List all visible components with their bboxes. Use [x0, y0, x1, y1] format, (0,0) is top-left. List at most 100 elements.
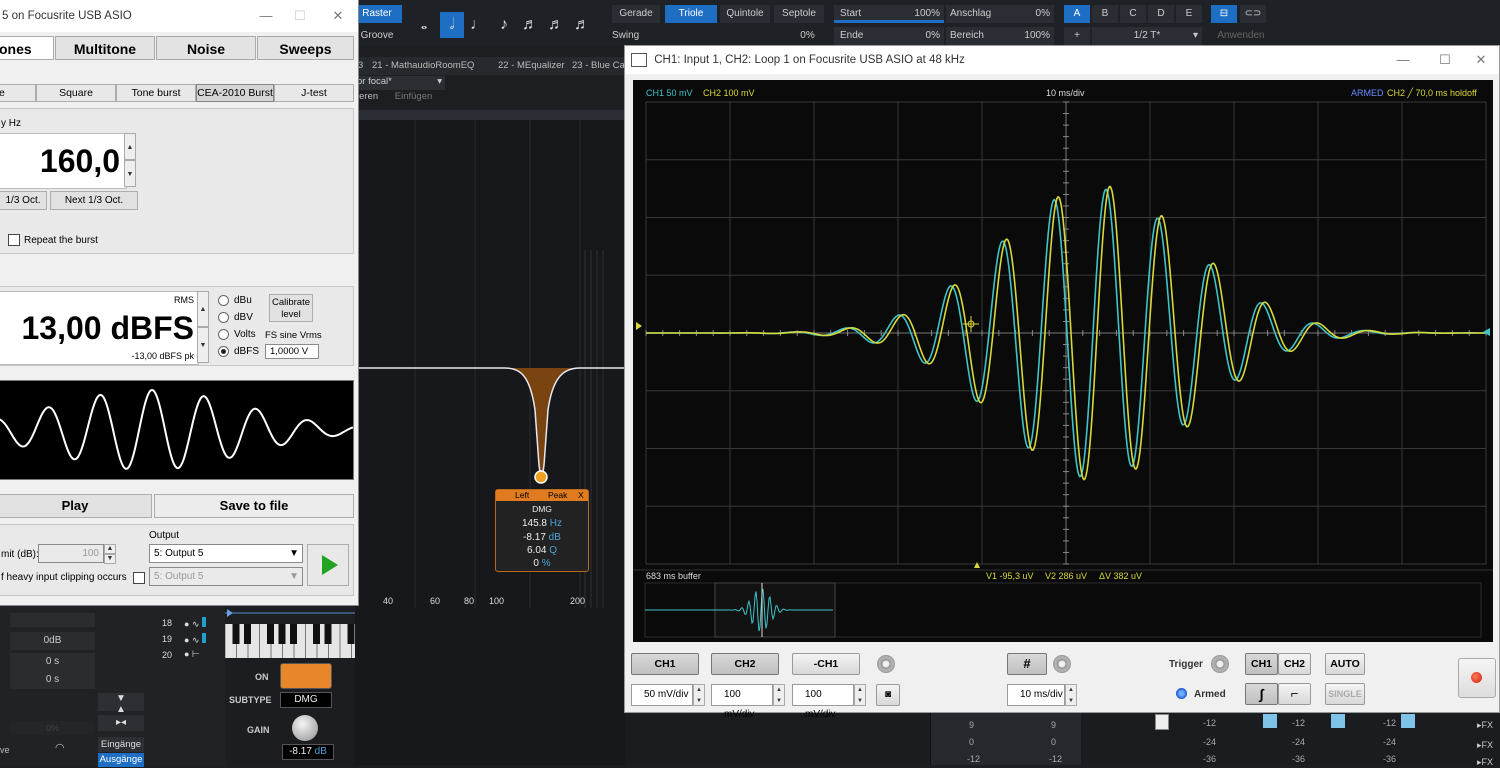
- delay-value[interactable]: 0 s: [10, 653, 95, 671]
- subtab-cea-burst[interactable]: CEA-2010 Burst: [196, 84, 274, 102]
- quant-triole[interactable]: Triole: [665, 5, 717, 23]
- record-button[interactable]: [1458, 658, 1496, 698]
- eq-popup-freq[interactable]: 145.8 Hz: [496, 518, 588, 529]
- output2-select[interactable]: 5: Output 5 ▼: [149, 567, 303, 586]
- plugin-tab-21[interactable]: 21 - MathaudioRoomEQ: [369, 57, 477, 75]
- unit-dbu-radio[interactable]: [218, 295, 229, 306]
- settings-gear-icon[interactable]: [877, 655, 895, 673]
- volume-value[interactable]: 0dB: [10, 632, 95, 650]
- time-div-spinner-icon[interactable]: ▲ ▼: [1065, 684, 1077, 706]
- link-icon[interactable]: ⊂⊃: [1240, 5, 1266, 23]
- ch1-button[interactable]: CH1: [631, 653, 699, 675]
- time-div-field[interactable]: 10 ms/div: [1007, 684, 1065, 706]
- eq-popup-type[interactable]: Peak: [548, 490, 567, 500]
- subtype-select[interactable]: DMG: [280, 692, 332, 708]
- anschlag-slider[interactable]: Anschlag 0%: [946, 5, 1054, 23]
- save-to-file-button[interactable]: Save to file: [154, 494, 354, 518]
- instrument-icon[interactable]: ● ∿: [184, 633, 214, 646]
- ch1-div-spinner-icon[interactable]: ▲ ▼: [693, 684, 705, 706]
- ch1-div-field[interactable]: 50 mV/div: [631, 684, 693, 706]
- quarter-note-icon[interactable]: ♩: [468, 12, 488, 38]
- instrument-icon[interactable]: ● ∿: [184, 617, 214, 630]
- mix-value[interactable]: 0%: [10, 721, 95, 735]
- eq-popup-gain[interactable]: -8.17 dB: [496, 532, 588, 543]
- level-down-icon[interactable]: ▼: [197, 327, 209, 363]
- folder-icon[interactable]: ● ⊢: [184, 649, 214, 660]
- maximize-icon[interactable]: ☐: [1427, 44, 1463, 76]
- falling-edge-icon[interactable]: ⌐: [1278, 683, 1311, 705]
- quant-septole[interactable]: Septole: [774, 5, 824, 23]
- neg-ch1-button[interactable]: -CH1: [792, 653, 860, 675]
- neg-div-spinner-icon[interactable]: ▲ ▼: [854, 684, 866, 706]
- minimize-icon[interactable]: —: [248, 0, 284, 32]
- letter-d-button[interactable]: D: [1148, 5, 1174, 23]
- letter-e-button[interactable]: E: [1176, 5, 1202, 23]
- rising-edge-icon[interactable]: ∫: [1245, 683, 1278, 705]
- bereich-slider[interactable]: Bereich 100%: [946, 27, 1054, 45]
- maximize-icon[interactable]: ☐: [282, 0, 318, 32]
- letter-c-button[interactable]: C: [1120, 5, 1146, 23]
- unit-volts-radio[interactable]: [218, 329, 229, 340]
- fader-handle[interactable]: [1155, 714, 1169, 730]
- fader-handle[interactable]: [1401, 714, 1415, 728]
- repeat-checkbox[interactable]: [8, 234, 20, 246]
- ende-slider[interactable]: Ende 0%: [834, 27, 944, 45]
- neg-div-field[interactable]: 100 mV/div: [792, 684, 854, 720]
- letter-a-button[interactable]: A: [1064, 5, 1090, 23]
- auto-button[interactable]: AUTO: [1325, 653, 1365, 675]
- ch2-div-spinner-icon[interactable]: ▲ ▼: [773, 684, 785, 706]
- subtab-j-test[interactable]: J-test: [274, 84, 354, 102]
- tab-sweeps[interactable]: Sweeps: [257, 36, 354, 60]
- close-icon[interactable]: ✕: [320, 0, 356, 32]
- eq-popup-mix[interactable]: 0 %: [496, 558, 588, 569]
- ch2-div-field[interactable]: 100 mV/div: [711, 684, 773, 720]
- trigger-ch2-button[interactable]: CH2: [1278, 653, 1311, 675]
- tab-tones[interactable]: ones: [0, 36, 54, 60]
- plugin-tab-23[interactable]: 23 - Blue Ca: [569, 57, 628, 75]
- raster-button[interactable]: Raster: [352, 5, 402, 23]
- limit-up-icon[interactable]: ▲: [104, 544, 116, 554]
- close-icon[interactable]: X: [578, 490, 584, 500]
- grid-select[interactable]: 1/2 T* ▾: [1092, 27, 1202, 45]
- fader-handle[interactable]: [1263, 714, 1277, 728]
- prev-oct-button[interactable]: 1/3 Oct.: [0, 191, 47, 210]
- scope-screen[interactable]: CH1 50 mV CH2 100 mV 10 ms/div ARMED CH2…: [633, 80, 1493, 642]
- frequency-up-icon[interactable]: ▲: [124, 133, 136, 160]
- unit-dbv-radio[interactable]: [218, 312, 229, 323]
- plus-button[interactable]: +: [1064, 27, 1090, 45]
- quant-quintole[interactable]: Quintole: [720, 5, 770, 23]
- quant-gerade[interactable]: Gerade: [612, 5, 660, 23]
- camera-icon[interactable]: ◙: [876, 684, 900, 706]
- fx-button[interactable]: ▸FX: [1477, 757, 1493, 768]
- calibrate-button[interactable]: Calibrate level: [269, 294, 313, 322]
- timebase-gear-icon[interactable]: [1053, 655, 1071, 673]
- grid-icon[interactable]: #: [1007, 653, 1047, 675]
- tab-multitone[interactable]: Multitone: [55, 36, 155, 60]
- fader-handle[interactable]: [1331, 714, 1345, 728]
- meter-icon[interactable]: ◠: [55, 741, 65, 754]
- snap-icon[interactable]: ⊟: [1211, 5, 1237, 23]
- delay2-value[interactable]: 0 s: [10, 671, 95, 689]
- plugin-tab-22[interactable]: 22 - MEqualizer: [495, 57, 568, 75]
- sixteenth-note-icon[interactable]: ♬: [520, 12, 540, 38]
- frequency-down-icon[interactable]: ▼: [124, 160, 136, 187]
- anwenden-button[interactable]: Anwenden: [1211, 27, 1271, 45]
- ch2-button[interactable]: CH2: [711, 653, 779, 675]
- eighth-note-icon[interactable]: ♪: [494, 12, 514, 38]
- trigger-ch1-button[interactable]: CH1: [1245, 653, 1278, 675]
- letter-b-button[interactable]: B: [1092, 5, 1118, 23]
- level-input[interactable]: RMS 13,00 dBFS -13,00 dBFS pk: [0, 291, 199, 365]
- unit-dbfs-radio[interactable]: [218, 346, 229, 357]
- collapse-icon[interactable]: ▼ ▲: [98, 693, 144, 715]
- gain-knob[interactable]: [292, 715, 318, 741]
- single-button[interactable]: SINGLE: [1325, 683, 1365, 705]
- band-enable-toggle[interactable]: [280, 663, 332, 689]
- thirtysecond-note-icon[interactable]: ♬: [546, 12, 566, 38]
- start-output-button[interactable]: [307, 544, 349, 586]
- gain-readout[interactable]: -8.17 dB: [282, 744, 334, 760]
- fx-button[interactable]: ▸FX: [1477, 720, 1493, 731]
- sixtyfourth-note-icon[interactable]: ♬: [572, 12, 592, 38]
- output-select[interactable]: 5: Output 5 ▼: [149, 544, 303, 563]
- half-note-icon[interactable]: 𝅗𝅥: [440, 12, 464, 38]
- menu-item-einfuegen[interactable]: Einfügen: [395, 91, 433, 102]
